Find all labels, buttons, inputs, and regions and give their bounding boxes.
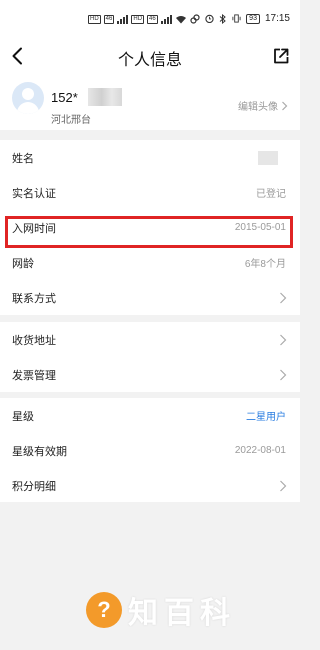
wifi-icon (175, 16, 186, 24)
star-level-section: 星级 二星用户 星级有效期 2022-08-01 积分明细 (0, 398, 300, 503)
user-location: 河北邢台 (51, 115, 91, 126)
row-label-network-join-date: 入网时间 (12, 222, 56, 235)
row-label-shipping-address: 收货地址 (12, 334, 56, 347)
row-contact[interactable]: 联系方式 (0, 280, 300, 315)
footer-area: ? 知百科 (0, 502, 300, 650)
row-value-star-validity: 2022-08-01 (234, 445, 286, 456)
row-value-network-age: 6年8个月 (244, 259, 286, 270)
profile-header: 152* 河北邢台 编辑头像 (0, 78, 300, 130)
vibrate-icon (232, 14, 241, 23)
chevron-right-icon (282, 101, 288, 110)
basic-info-section: 姓名 实名认证 已登记 入网时间 2015-05-01 网龄 6年8个月 联系方… (0, 140, 300, 315)
alarm-icon (205, 14, 214, 23)
row-label-points-detail: 积分明细 (12, 480, 56, 493)
share-external-icon[interactable] (270, 44, 292, 68)
phone-number-mask (88, 88, 122, 106)
chevron-right-icon (280, 369, 287, 381)
row-label-name: 姓名 (12, 152, 34, 165)
network-tag: 46 (103, 15, 115, 24)
watermark: ? 知百科 (86, 588, 236, 632)
signal-icon-2 (160, 15, 172, 24)
row-label-invoice-management: 发票管理 (12, 369, 56, 382)
row-name[interactable]: 姓名 (0, 140, 300, 175)
status-icons-right: 93 17:15 (205, 13, 290, 24)
row-network-age: 网龄 6年8个月 (0, 245, 300, 280)
row-value-star-level: 二星用户 (246, 412, 286, 423)
edit-avatar-label: 编辑头像 (238, 102, 278, 113)
hd-tag: HD (88, 15, 101, 24)
signal-icon (117, 15, 129, 24)
row-label-contact: 联系方式 (12, 292, 56, 305)
name-mask (258, 151, 278, 165)
row-points-detail[interactable]: 积分明细 (0, 468, 300, 503)
question-mark-icon: ? (86, 592, 122, 628)
row-shipping-address[interactable]: 收货地址 (0, 322, 300, 357)
navigation-bar: 个人信息 (0, 36, 300, 78)
battery-icon: 93 (246, 13, 260, 24)
avatar-body-shape (17, 102, 39, 114)
status-icons-left: HD 46 HD 46 (88, 14, 200, 24)
row-label-network-age: 网龄 (12, 257, 34, 270)
row-star-level[interactable]: 星级 二星用户 (0, 398, 300, 433)
link-icon (190, 14, 200, 24)
chevron-right-icon (280, 292, 287, 304)
avatar[interactable] (12, 82, 44, 114)
row-value-network-join-date: 2015-05-01 (234, 222, 286, 233)
row-label-star-validity: 星级有效期 (12, 445, 67, 458)
network-tag-2: 46 (147, 15, 158, 24)
chevron-right-icon (280, 480, 287, 492)
row-network-join-date: 入网时间 2015-05-01 (0, 210, 300, 245)
row-star-validity: 星级有效期 2022-08-01 (0, 433, 300, 468)
row-label-real-name-auth: 实名认证 (12, 187, 56, 200)
row-real-name-auth: 实名认证 已登记 (0, 175, 300, 210)
status-time: 17:15 (264, 13, 290, 24)
row-value-real-name-auth: 已登记 (256, 189, 286, 200)
watermark-text: 知百科 (128, 597, 236, 630)
row-invoice-management[interactable]: 发票管理 (0, 357, 300, 392)
bluetooth-icon (219, 13, 226, 24)
chevron-right-icon (280, 334, 287, 346)
avatar-head-shape (22, 88, 34, 100)
hd-tag-2: HD (131, 15, 145, 24)
phone-number: 152* (51, 90, 78, 105)
address-invoice-section: 收货地址 发票管理 (0, 322, 300, 392)
status-bar: HD 46 HD 46 93 17:15 (0, 0, 300, 36)
page-title: 个人信息 (117, 52, 182, 69)
row-label-star-level: 星级 (12, 410, 34, 423)
edit-avatar-link[interactable]: 编辑头像 (238, 98, 288, 113)
